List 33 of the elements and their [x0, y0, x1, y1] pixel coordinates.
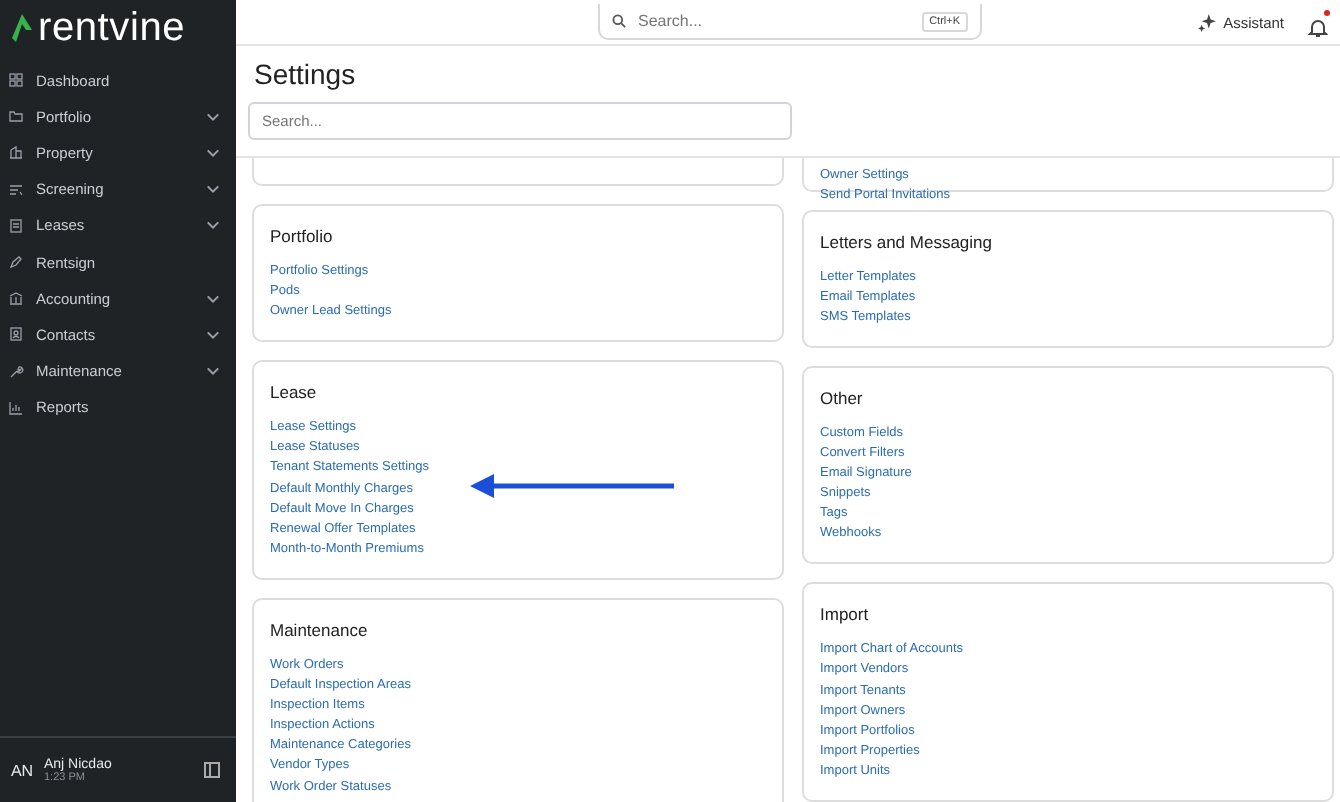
- chevron-down-icon: [206, 220, 220, 231]
- notifications-bell[interactable]: [1308, 12, 1328, 32]
- logo-icon: [12, 14, 32, 42]
- document-icon: [8, 217, 24, 234]
- panel-toggle-icon[interactable]: [204, 762, 220, 778]
- chevron-down-icon: [206, 184, 220, 195]
- user-avatar: AN: [8, 759, 36, 783]
- grid-icon: [8, 72, 24, 89]
- list-icon: [8, 181, 24, 198]
- card-title: Portfolio: [270, 226, 335, 246]
- chevron-down-icon: [206, 111, 220, 122]
- chevron-down-icon: [206, 366, 220, 377]
- page-title: Settings: [254, 58, 358, 90]
- bar-chart-icon: [8, 399, 24, 416]
- pen-icon: [8, 254, 24, 271]
- building-icon: [8, 144, 24, 161]
- chevron-down-icon: [206, 147, 220, 158]
- contact-card-icon: [8, 326, 24, 343]
- bell-icon: [1308, 18, 1328, 38]
- search-icon: [612, 14, 626, 28]
- card-title: Letters and Messaging: [820, 231, 994, 251]
- folder-icon: [8, 108, 24, 125]
- sparkle-icon: [1197, 13, 1216, 31]
- card-title: Import: [820, 604, 871, 625]
- wrench-icon: [8, 363, 24, 380]
- chevron-down-icon: [206, 329, 220, 340]
- chevron-down-icon: [206, 293, 220, 304]
- card-title: Maintenance: [270, 619, 370, 640]
- logo-text: rentvine: [38, 5, 186, 51]
- card-title: Other: [820, 387, 865, 408]
- card-title: Lease: [270, 382, 319, 403]
- bank-icon: [8, 290, 24, 307]
- global-search-field[interactable]: Search...: [634, 10, 914, 32]
